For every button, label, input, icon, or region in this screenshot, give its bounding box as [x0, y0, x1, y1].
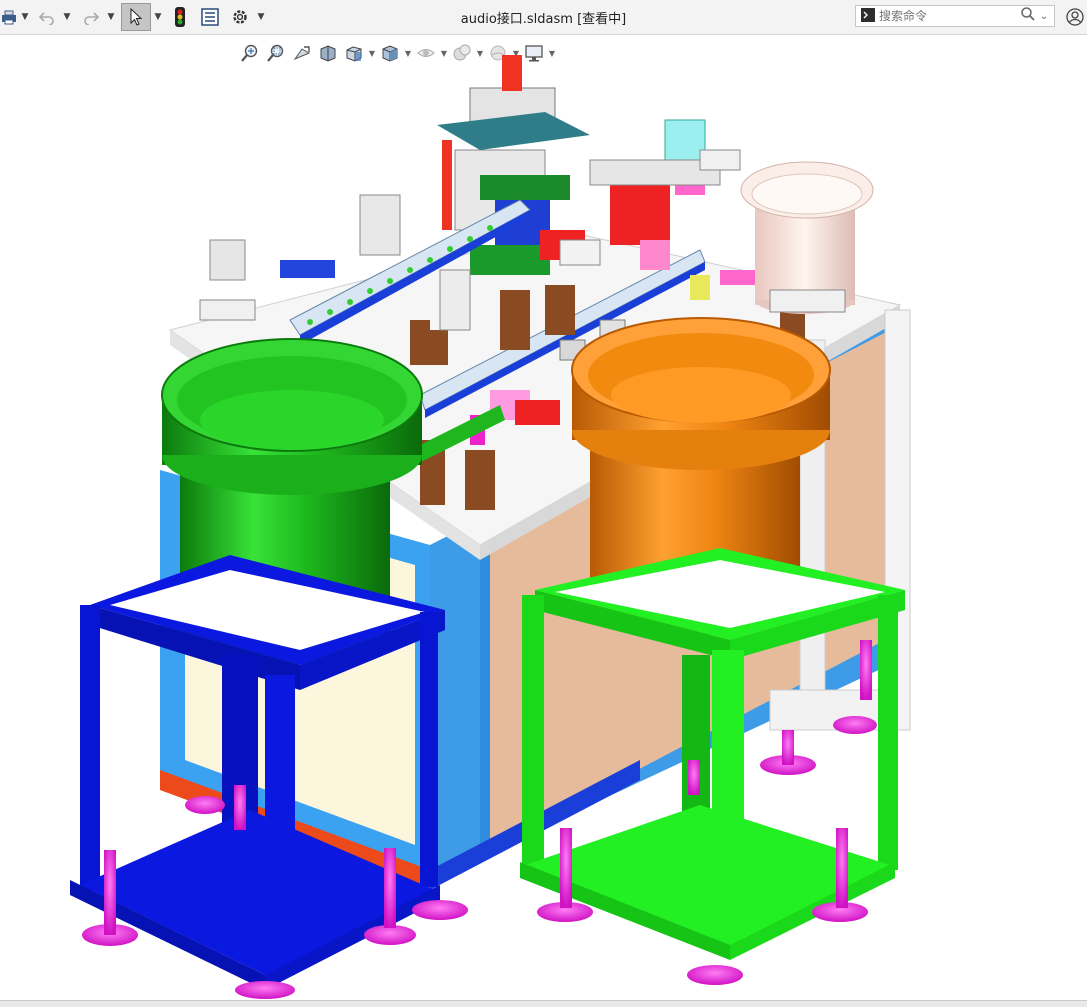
graphics-area[interactable]: [0, 35, 1087, 1001]
search-dropdown[interactable]: ⌄: [1036, 11, 1052, 22]
title-bar: ▼ ▼ ▼ ▼ ▼ audio接口.sldasm [查看中] ⌄: [0, 0, 1087, 35]
user-account-button[interactable]: [1064, 3, 1086, 31]
user-icon: [1066, 8, 1084, 26]
search-commands-box[interactable]: ⌄: [855, 5, 1055, 27]
pink-vibratory-bowl: [740, 161, 874, 314]
command-prompt-icon: [861, 7, 875, 26]
search-icon[interactable]: [1020, 6, 1036, 26]
search-input[interactable]: [875, 9, 1003, 23]
